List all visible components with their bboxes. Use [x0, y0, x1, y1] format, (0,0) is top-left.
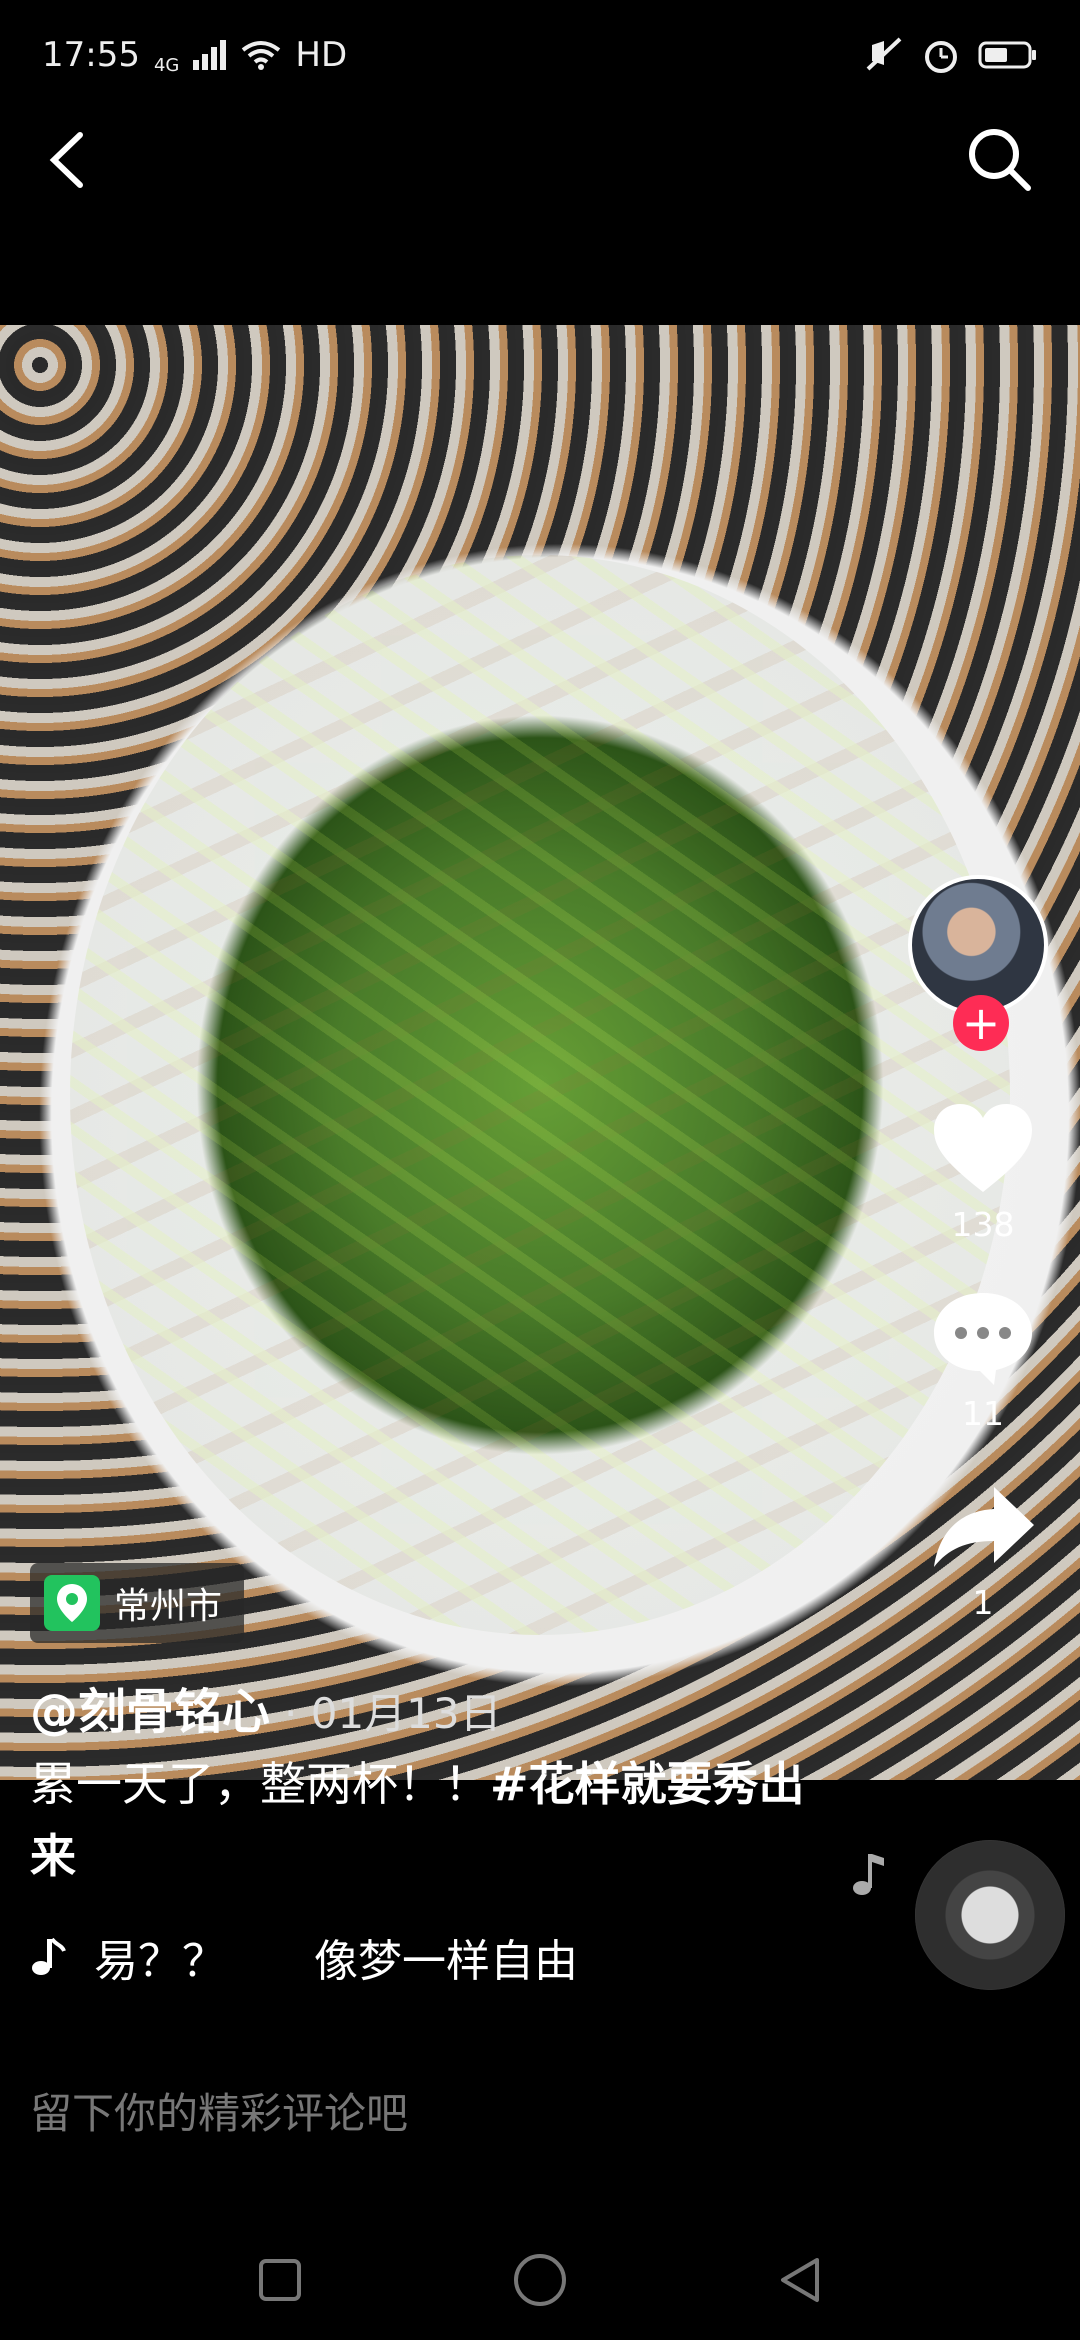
status-bar: 17:55 4G HD: [0, 0, 1080, 110]
hd-label: HD: [295, 35, 348, 75]
triangle-back-icon: [781, 2258, 819, 2302]
comment-input[interactable]: 留下你的精彩评论吧: [30, 2075, 930, 2145]
music-line[interactable]: 易？？ 像梦一样自由: [30, 1925, 578, 1989]
recent-apps-button[interactable]: [250, 2250, 310, 2310]
share-arrow-icon: [934, 1487, 1034, 1567]
location-text: 常州市: [114, 1586, 223, 1627]
author-avatar-wrap[interactable]: +: [908, 875, 1058, 1051]
system-nav-bar: [0, 2220, 1080, 2340]
wifi-icon: [242, 41, 281, 70]
status-right: [864, 36, 1038, 74]
follow-plus-icon: +: [961, 996, 1001, 1050]
share-count: 1: [972, 1583, 994, 1622]
like-action[interactable]: 138: [928, 1093, 1038, 1244]
author-line: @刻骨铭心 · 01月13日: [30, 1672, 502, 1742]
comment-placeholder: 留下你的精彩评论吧: [30, 2088, 409, 2138]
caption-text: 累一天了，整两杯！！: [30, 1757, 490, 1811]
avatar[interactable]: [908, 875, 1048, 1015]
music-disc[interactable]: [915, 1840, 1065, 1990]
circle-icon: [514, 2254, 566, 2306]
top-nav: [0, 110, 1080, 230]
signal-icon: [193, 40, 227, 70]
music-note-icon: [32, 1937, 66, 1975]
comment-action[interactable]: 11: [928, 1282, 1038, 1433]
heart-icon: [934, 1104, 1032, 1192]
right-action-rail: + 138 11 1: [898, 875, 1068, 1622]
square-icon: [259, 2259, 301, 2301]
floating-music-note-icon: [853, 1854, 884, 1895]
comment-count: 11: [962, 1394, 1004, 1433]
like-button[interactable]: [928, 1093, 1038, 1203]
back-arrow-icon: [49, 132, 83, 188]
alarm-icon: [925, 41, 957, 73]
caption: 累一天了，整两杯！！#花样就要秀出来: [30, 1748, 830, 1892]
search-button[interactable]: [960, 120, 1040, 200]
comment-button[interactable]: [928, 1282, 1038, 1392]
like-count: 138: [951, 1205, 1015, 1244]
home-button[interactable]: [510, 2250, 570, 2310]
battery-icon: [978, 41, 1036, 69]
system-back-button[interactable]: [770, 2250, 830, 2310]
search-icon: [969, 129, 1031, 191]
mute-icon: [866, 37, 902, 71]
music-text: 易？？ 像梦一样自由: [94, 1936, 578, 1987]
share-button[interactable]: [928, 1471, 1038, 1581]
status-time: 17:55: [42, 35, 140, 75]
share-action[interactable]: 1: [928, 1471, 1038, 1622]
location-chip[interactable]: 常州市: [30, 1563, 245, 1643]
follow-button[interactable]: +: [953, 995, 1009, 1051]
author-name[interactable]: @刻骨铭心: [30, 1672, 270, 1742]
post-date: · 01月13日: [284, 1689, 502, 1738]
location-pin-icon: [44, 1575, 100, 1631]
back-button[interactable]: [40, 120, 100, 200]
comment-bubble-icon: [934, 1293, 1032, 1385]
status-left: 17:55 4G HD: [42, 35, 347, 76]
network-label: 4G: [153, 54, 180, 76]
